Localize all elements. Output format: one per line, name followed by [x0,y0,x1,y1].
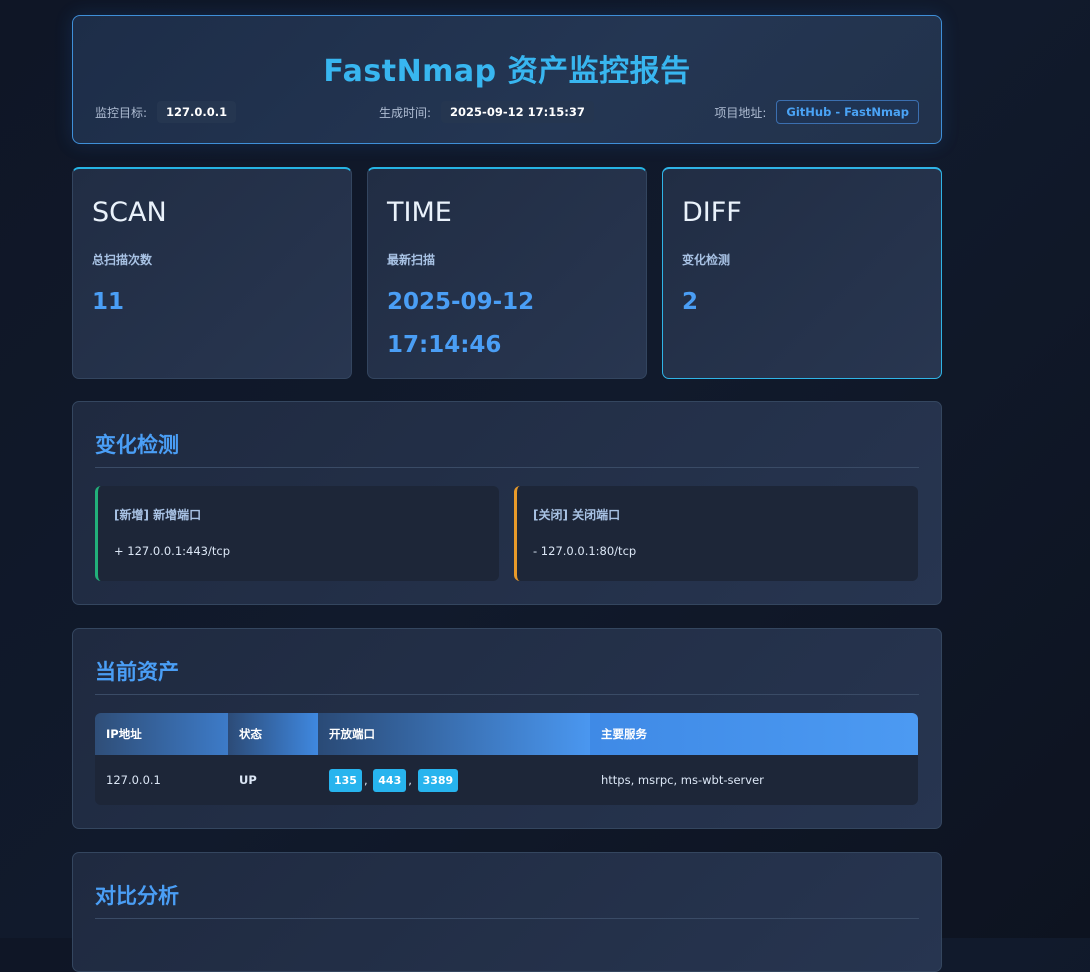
page-title: FastNmap 资产监控报告 [323,54,691,89]
col-ports: 开放端口 [318,713,590,755]
scan-card: SCAN 总扫描次数 11 [72,167,352,379]
section-title: 当前资产 [95,660,179,684]
card-title: TIME [387,197,452,228]
target-group: 监控目标: 127.0.0.1 [95,100,237,124]
time-label: 生成时间: [379,105,432,120]
report-header: FastNmap 资产监控报告 监控目标: 127.0.0.1 生成时间: 20… [72,15,942,144]
card-label: 最新扫描 [387,253,436,267]
report-container: FastNmap 资产监控报告 监控目标: 127.0.0.1 生成时间: 20… [72,15,942,972]
cell-ports: 135, 443, 3389 [318,755,590,805]
divider [95,694,919,695]
added-detail: + 127.0.0.1:443/tcp [114,544,230,558]
closed-detail: - 127.0.0.1:80/tcp [533,544,637,558]
section-title: 对比分析 [95,884,179,908]
card-value: 2025-09-12 17:14:46 [387,281,534,367]
cell-services: https, msrpc, ms-wbt-server [590,755,918,805]
stat-cards: SCAN 总扫描次数 11 TIME 最新扫描 2025-09-12 17:14… [72,167,942,379]
time-card: TIME 最新扫描 2025-09-12 17:14:46 [367,167,647,379]
added-ports-panel: [新增] 新增端口 + 127.0.0.1:443/tcp [95,486,499,581]
changes-section: 变化检测 [新增] 新增端口 + 127.0.0.1:443/tcp [关闭] … [72,401,942,605]
time-group: 生成时间: 2025-09-12 17:15:37 [379,100,594,124]
cell-ip: 127.0.0.1 [95,755,228,805]
section-title: 变化检测 [95,433,179,457]
cell-status: UP [228,755,318,805]
col-ip: IP地址 [95,713,228,755]
card-title: DIFF [682,197,742,228]
card-value: 11 [92,289,125,315]
added-title: [新增] 新增端口 [114,508,202,522]
time-value: 2025-09-12 17:15:37 [441,101,594,123]
table-header-row: IP地址 状态 开放端口 主要服务 [95,713,918,755]
header-meta: 监控目标: 127.0.0.1 生成时间: 2025-09-12 17:15:3… [95,100,919,124]
project-group: 项目地址: GitHub - FastNmap [714,100,919,124]
card-value-date: 2025-09-12 [387,289,535,315]
target-value: 127.0.0.1 [157,101,237,123]
compare-section: 对比分析 [72,852,942,972]
assets-section: 当前资产 IP地址 状态 开放端口 主要服务 127.0.0.1 UP 135,… [72,628,942,829]
github-link[interactable]: GitHub - FastNmap [776,100,919,124]
port-badge: 3389 [417,768,459,792]
card-label: 变化检测 [682,253,731,267]
table-row: 127.0.0.1 UP 135, 443, 3389 https, msrpc… [95,755,918,805]
project-label: 项目地址: [714,105,767,120]
port-badge: 135 [329,768,362,792]
divider [95,918,919,919]
divider [95,467,919,468]
card-title: SCAN [92,197,167,228]
closed-ports-panel: [关闭] 关闭端口 - 127.0.0.1:80/tcp [514,486,918,581]
card-value-time: 17:14:46 [387,332,502,358]
assets-table: IP地址 状态 开放端口 主要服务 127.0.0.1 UP 135, 443,… [95,713,918,805]
diff-card: DIFF 变化检测 2 [662,167,942,379]
card-value: 2 [682,289,699,315]
port-badge: 443 [373,768,407,792]
card-label: 总扫描次数 [92,253,153,267]
closed-title: [关闭] 关闭端口 [533,508,621,522]
col-status: 状态 [228,713,318,755]
col-services: 主要服务 [590,713,918,755]
target-label: 监控目标: [95,105,148,120]
